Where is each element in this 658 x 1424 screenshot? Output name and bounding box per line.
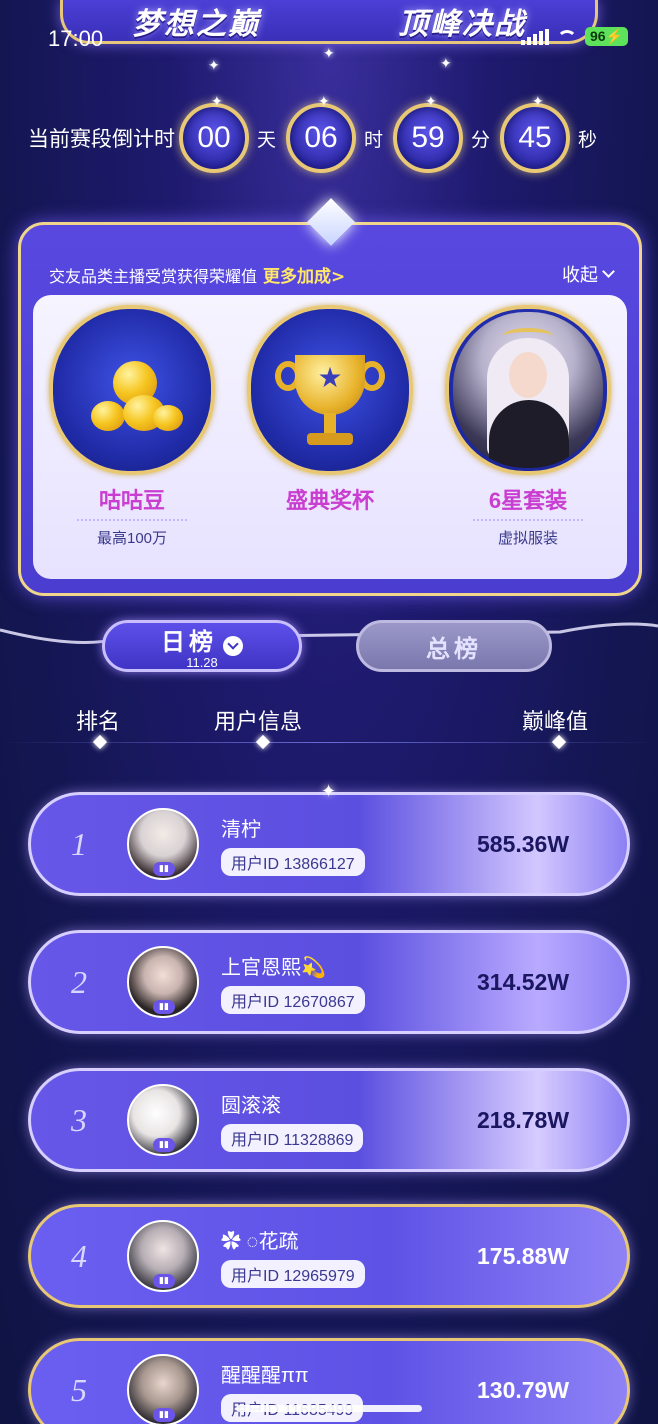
bar-chart-icon: ▮▮ [153,862,175,876]
user-id: 用户ID 13866127 [221,847,365,876]
user-info: 圆滚滚 用户ID 11328869 [221,1089,477,1152]
reward-description-row: 交友品类主播受赏获得荣耀值 更多加成> [49,262,345,287]
tab-swoosh-decoration [0,622,658,644]
column-headers: 排名 用户信息 巅峰值 [0,700,658,740]
avatar[interactable]: ▮▮ [127,1220,199,1292]
user-info: ✿ ◌花疏 用户ID 12965979 [221,1225,477,1288]
bar-chart-icon: ▮▮ [153,1274,175,1288]
rank-number: 2 [71,963,87,1000]
sparkle-icon: ✦ [321,781,337,802]
countdown-minutes: 59 分 [393,93,500,173]
divider [77,519,187,521]
list-item[interactable]: 4 ▮▮ ✿ ◌花疏 用户ID 12965979 175.88W [28,1204,630,1308]
user-name: 圆滚滚 [221,1094,281,1117]
countdown-minutes-suffix: 分 [471,129,491,151]
reward-item-trophy[interactable]: ★ 盛典奖杯 [241,305,419,579]
countdown-seconds: 45 秒 [500,93,607,173]
reward-header: 交友品类主播受赏获得荣耀值 更多加成> 收起 [49,261,615,287]
banner-title-right: 顶峰决战 [398,6,526,42]
user-info: 醒醒醒ππ 用户ID 11685499 [221,1359,477,1422]
chevron-down-icon[interactable] [223,635,243,656]
countdown-hours: 06 时 [286,93,393,173]
list-item[interactable]: 3 ▮▮ 圆滚滚 用户ID 11328869 218.78W [28,1068,630,1172]
beans-icon [49,305,215,475]
list-item[interactable]: 2 ▮▮ 上官恩熙💫 用户ID 12670867 314.52W [28,930,630,1034]
sparkle-icon: ✦ [208,58,220,74]
user-id: 用户ID 12670867 [221,985,365,1014]
avatar[interactable]: ▮▮ [127,946,199,1018]
reward-item-costume[interactable]: 6星套装 虚拟服装 [439,305,617,579]
more-bonus-link[interactable]: 更多加成> [263,267,345,287]
trophy-icon: ★ [247,305,413,475]
peak-score: 218.78W [477,1106,570,1133]
event-banner: 梦想之巅 顶峰决战 [60,0,598,44]
countdown-seconds-suffix: 秒 [578,129,598,151]
battery-icon: 96⚡ [584,27,628,46]
user-name: 清柠 [221,818,261,841]
reward-sub: 虚拟服装 [497,530,558,547]
reward-items: 咕咕豆 最高100万 ★ 盛典奖杯 6星套装 虚拟服装 [33,295,627,579]
bar-chart-icon: ▮▮ [153,1138,175,1152]
user-info: 清柠 用户ID 13866127 [221,813,477,876]
chevron-down-icon [602,265,615,278]
reward-name: 咕咕豆 [98,488,165,513]
divider [473,519,583,521]
countdown-minutes-value: 59 [393,93,464,173]
bar-chart-icon: ▮▮ [153,1408,175,1422]
user-name: 上官恩熙💫 [221,956,326,979]
status-icons: 96⚡ [520,27,628,46]
costume-icon [445,305,611,475]
tab-total[interactable]: 总榜 [356,620,552,672]
peak-score: 585.36W [477,830,570,857]
rank-number: 3 [71,1101,87,1138]
user-id: 用户ID 12965979 [221,1259,365,1288]
rank-number: 5 [71,1371,87,1408]
column-score: 巅峰值 [522,709,589,734]
peak-score: 130.79W [477,1376,570,1403]
tab-total-label: 总榜 [426,635,482,663]
diamond-icon [306,197,356,247]
reward-panel: 交友品类主播受赏获得荣耀值 更多加成> 收起 咕咕豆 最高100万 ★ 盛典奖杯… [18,197,642,596]
reward-name: 6星套装 [488,488,568,513]
wifi-icon [556,29,577,44]
banner-title-left: 梦想之巅 [132,6,260,42]
avatar[interactable]: ▮▮ [127,808,199,880]
rank-number: 1 [71,825,87,862]
peak-score: 175.88W [477,1242,570,1269]
user-id: 用户ID 11328869 [221,1123,364,1152]
rank-number: 4 [71,1237,87,1274]
avatar[interactable]: ▮▮ [127,1084,199,1156]
avatar[interactable]: ▮▮ [127,1354,199,1424]
tab-daily-date: 11.28 [186,655,218,670]
user-info: 上官恩熙💫 用户ID 12670867 [221,951,477,1014]
home-indicator[interactable] [236,1405,422,1412]
list-item[interactable]: ✦ 1 ▮▮ 清柠 用户ID 13866127 585.36W [28,781,630,896]
reward-description: 交友品类主播受赏获得荣耀值 [49,268,258,286]
reward-sub: 最高100万 [96,530,168,547]
column-user: 用户信息 [214,709,303,734]
collapse-label: 收起 [562,265,598,285]
reward-item-beans[interactable]: 咕咕豆 最高100万 [43,305,221,579]
peak-score: 314.52W [477,968,570,995]
countdown-days-value: 00 [179,93,249,173]
sparkle-icon: ✦ [440,56,452,72]
countdown-days: 00 天 [179,93,286,173]
countdown-hours-value: 06 [286,93,357,173]
tab-daily-label: 日榜 [161,629,217,656]
reward-name: 盛典奖杯 [285,488,374,513]
sparkle-icon: ✦ [323,46,335,62]
countdown-seconds-value: 45 [500,93,571,173]
user-name: ✿ ◌花疏 [221,1230,299,1253]
collapse-button[interactable]: 收起 [562,261,615,287]
countdown-label: 当前赛段倒计时 [28,128,175,151]
countdown-hours-suffix: 时 [364,129,384,151]
countdown: 当前赛段倒计时 00 天 06 时 59 分 45 秒 [28,93,638,176]
countdown-days-suffix: 天 [257,129,277,151]
user-name: 醒醒醒ππ [221,1364,309,1387]
column-rank: 排名 [76,709,121,734]
bar-chart-icon: ▮▮ [153,1000,175,1014]
signal-icon [520,28,549,45]
tab-daily[interactable]: 日榜 11.28 [102,620,302,672]
status-time: 17:00 [48,26,104,51]
